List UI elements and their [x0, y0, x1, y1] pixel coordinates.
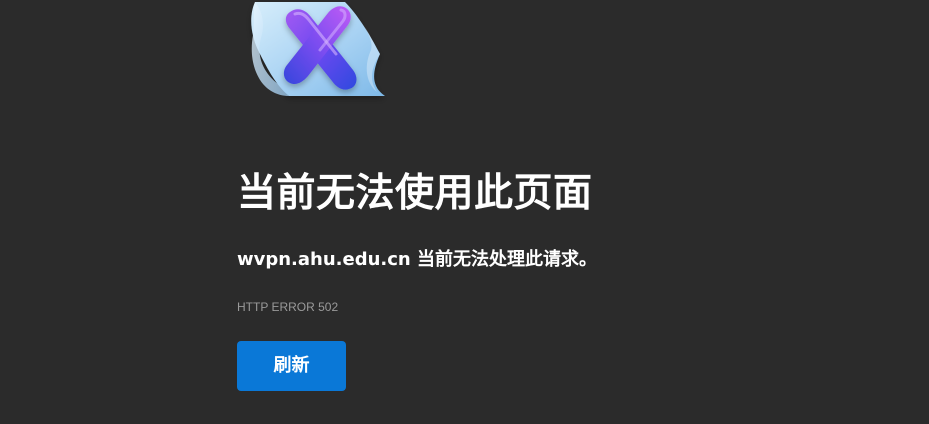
document-error-x-icon: [245, 0, 395, 110]
error-message: wvpn.ahu.edu.cn 当前无法处理此请求。: [237, 249, 598, 270]
reload-button[interactable]: 刷新: [237, 341, 346, 391]
page-title: 当前无法使用此页面: [237, 171, 593, 216]
error-code: HTTP ERROR 502: [237, 300, 339, 314]
